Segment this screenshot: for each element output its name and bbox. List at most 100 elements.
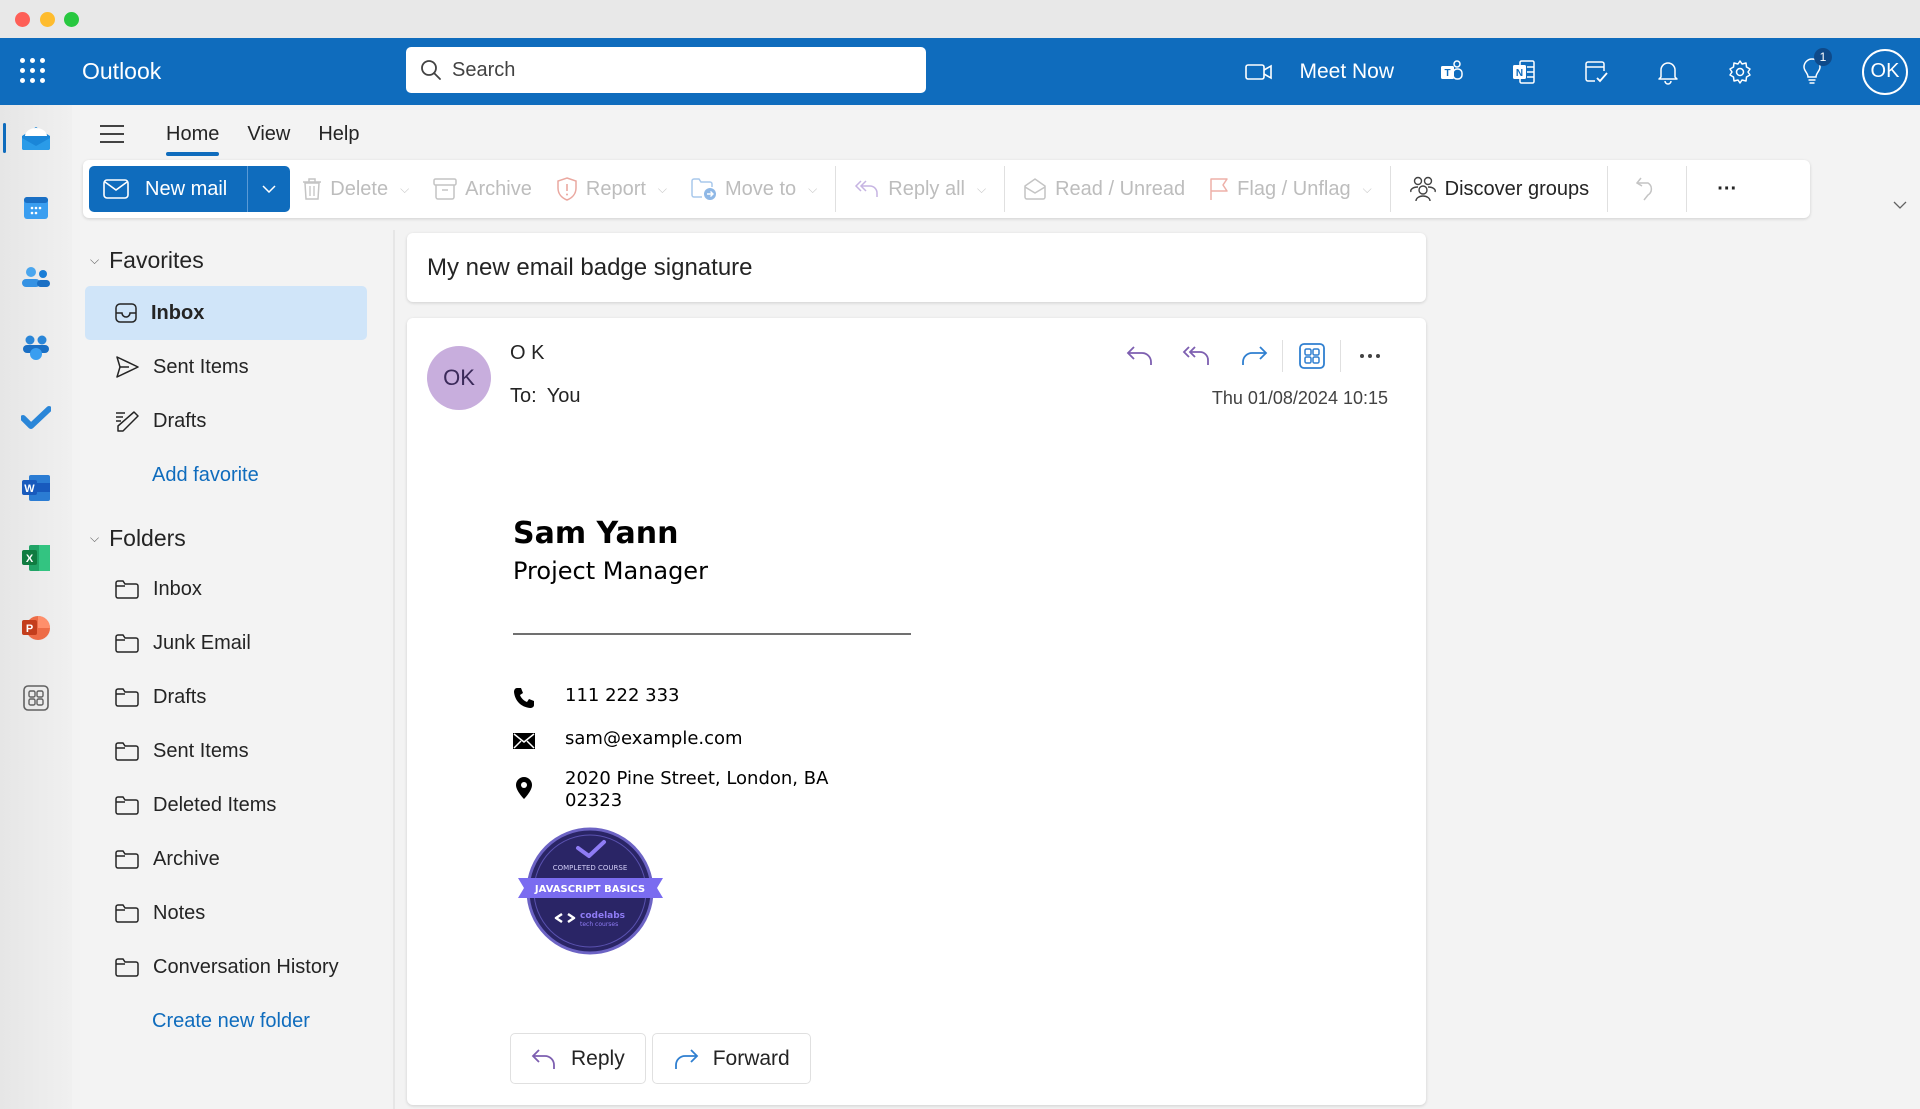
flag-unflag-button[interactable]: Flag / Unflag ⌵ xyxy=(1197,166,1384,212)
window-minimize-button[interactable] xyxy=(40,12,55,27)
badge-top-text: COMPLETED COURSE xyxy=(553,864,628,872)
apps-action[interactable] xyxy=(1283,343,1340,369)
rail-mail[interactable] xyxy=(0,110,72,166)
rail-excel[interactable]: X xyxy=(0,530,72,586)
discover-groups-button[interactable]: Discover groups xyxy=(1397,166,1602,212)
powerpoint-app-icon: P xyxy=(22,616,50,640)
reply-all-icon xyxy=(1182,346,1209,365)
settings-gear-icon xyxy=(1729,59,1751,84)
teams-icon: T xyxy=(1441,59,1463,80)
sender-name[interactable]: O K xyxy=(510,342,544,365)
groups-icon xyxy=(1409,176,1436,202)
reply-button[interactable]: Reply xyxy=(510,1033,646,1084)
create-new-folder-link[interactable]: Create new folder xyxy=(85,994,367,1048)
envelope-open-icon xyxy=(1024,178,1046,200)
folder-item-conversation-history[interactable]: Conversation History xyxy=(85,940,367,994)
svg-text:W: W xyxy=(24,483,35,495)
rail-calendar[interactable] xyxy=(0,180,72,236)
folder-item-deleted-items[interactable]: Deleted Items xyxy=(85,778,367,832)
new-mail-split-button: New mail xyxy=(89,166,291,212)
favorite-inbox[interactable]: Inbox xyxy=(85,286,367,340)
more-options-icon: ··· xyxy=(1717,177,1738,200)
folder-icon xyxy=(115,580,139,599)
folder-icon xyxy=(115,958,139,977)
rail-powerpoint[interactable]: P xyxy=(0,600,72,656)
new-mail-button[interactable]: New mail xyxy=(89,166,249,212)
window-maximize-button[interactable] xyxy=(64,12,79,27)
settings-button[interactable] xyxy=(1704,38,1776,105)
folder-item-sent-items[interactable]: Sent Items xyxy=(85,724,367,778)
folder-item-drafts[interactable]: Drafts xyxy=(85,670,367,724)
ribbon-expand-button[interactable] xyxy=(1893,196,1907,214)
archive-button[interactable]: Archive xyxy=(421,166,544,212)
rail-more-apps[interactable] xyxy=(0,670,72,726)
meet-now-button[interactable]: Meet Now xyxy=(1223,38,1416,105)
svg-text:X: X xyxy=(26,553,34,565)
teams-button[interactable]: T xyxy=(1416,38,1488,105)
move-to-label: Move to xyxy=(725,177,797,200)
signature-email[interactable]: sam@example.com xyxy=(565,728,865,750)
notifications-button[interactable] xyxy=(1632,38,1704,105)
meet-now-label: Meet Now xyxy=(1299,59,1394,83)
reply-all-button[interactable]: Reply all ⌵ xyxy=(842,166,998,212)
rail-people[interactable] xyxy=(0,250,72,306)
my-day-button[interactable] xyxy=(1560,38,1632,105)
new-mail-dropdown[interactable] xyxy=(248,166,290,212)
search-input[interactable] xyxy=(452,58,902,82)
folder-item-inbox[interactable]: Inbox xyxy=(85,562,367,616)
move-to-button[interactable]: Move to ⌵ xyxy=(679,166,829,212)
rail-word[interactable]: W xyxy=(0,460,72,516)
onenote-button[interactable]: N xyxy=(1488,38,1560,105)
favorite-inbox-label: Inbox xyxy=(151,301,205,324)
window-title-bar xyxy=(0,0,1920,38)
favorites-header[interactable]: ⌵ Favorites xyxy=(72,240,395,280)
folders-header[interactable]: ⌵ Folders xyxy=(72,518,395,558)
undo-button[interactable] xyxy=(1614,166,1680,212)
add-favorite-link[interactable]: Add favorite xyxy=(85,448,367,502)
window-close-button[interactable] xyxy=(15,12,30,27)
signature-address-row: 2020 Pine Street, London, BA 02323 xyxy=(513,768,911,812)
signature-divider xyxy=(513,633,911,635)
forward-button[interactable]: Forward xyxy=(651,1033,811,1084)
more-options-button[interactable]: ··· xyxy=(1693,166,1761,212)
favorite-sent-items[interactable]: Sent Items xyxy=(85,340,367,394)
app-rail: W X P xyxy=(0,105,72,1109)
discover-groups-label: Discover groups xyxy=(1444,177,1590,200)
reply-all-action[interactable] xyxy=(1168,345,1225,367)
tab-view[interactable]: View xyxy=(233,112,304,156)
tab-help[interactable]: Help xyxy=(304,112,373,156)
read-unread-button[interactable]: Read / Unread xyxy=(1011,166,1197,212)
search-box[interactable] xyxy=(406,47,926,93)
rail-todo[interactable] xyxy=(0,390,72,446)
reply-all-label: Reply all xyxy=(888,177,965,200)
svg-text:T: T xyxy=(1444,68,1450,79)
hamburger-menu-icon[interactable] xyxy=(100,125,124,143)
message-subject: My new email badge signature xyxy=(427,253,753,281)
user-avatar[interactable]: OK xyxy=(1862,48,1908,95)
envelope-icon xyxy=(513,733,535,749)
message-more-action[interactable] xyxy=(1341,353,1398,359)
badge-brand-sub: tech courses xyxy=(580,921,618,928)
message-subject-card: My new email badge signature xyxy=(407,233,1426,302)
report-button[interactable]: Report ⌵ xyxy=(544,166,679,212)
to-value[interactable]: You xyxy=(547,385,581,408)
folder-item-notes[interactable]: Notes xyxy=(85,886,367,940)
app-launcher-icon[interactable] xyxy=(20,58,46,84)
folder-icon xyxy=(115,688,139,707)
folder-item-junk-email[interactable]: Junk Email xyxy=(85,616,367,670)
folder-item-archive[interactable]: Archive xyxy=(85,832,367,886)
ribbon-separator xyxy=(1389,166,1391,212)
course-completion-badge[interactable]: COMPLETED COURSE JAVASCRIPT BASICS codel… xyxy=(518,826,911,960)
chevron-down-icon: ⌵ xyxy=(1362,181,1372,196)
chevron-down-icon xyxy=(262,185,276,193)
sender-avatar[interactable]: OK xyxy=(427,346,491,410)
tips-button[interactable]: 1 xyxy=(1776,38,1848,105)
notifications-bell-icon xyxy=(1658,61,1678,85)
favorite-drafts[interactable]: Drafts xyxy=(85,394,367,448)
rail-groups[interactable] xyxy=(0,320,72,376)
delete-button[interactable]: Delete ⌵ xyxy=(290,166,421,212)
signature-title: Project Manager xyxy=(513,557,708,585)
tab-home[interactable]: Home xyxy=(152,112,233,156)
forward-action[interactable] xyxy=(1225,345,1282,367)
reply-action[interactable] xyxy=(1111,345,1168,367)
